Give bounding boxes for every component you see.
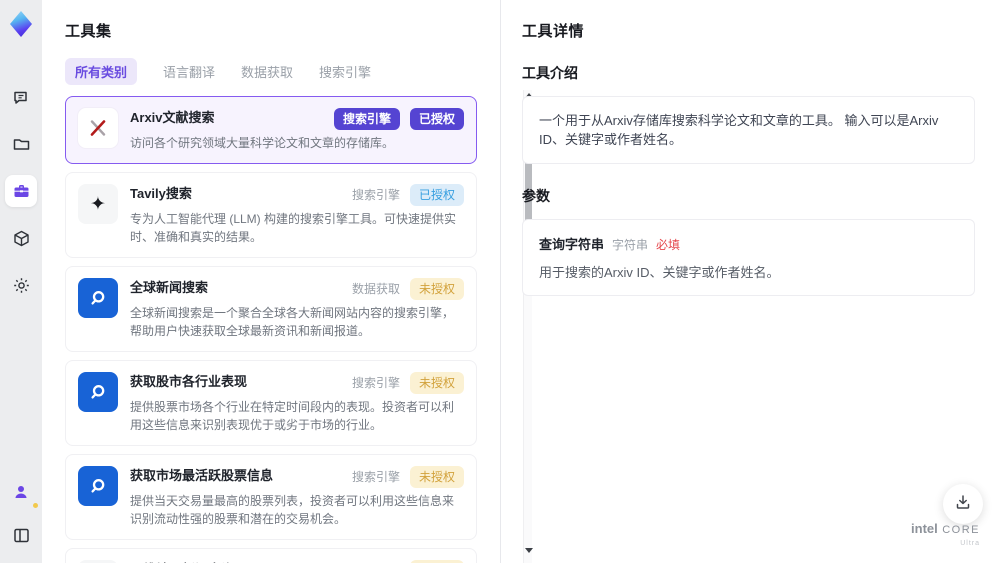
sidebar-item-collapse[interactable]	[5, 519, 37, 551]
category-label: 搜索引擎	[351, 188, 400, 202]
auth-badge: 未授权	[409, 466, 464, 488]
sidebar-item-toolbox[interactable]	[5, 175, 37, 207]
category-label: 搜索引擎	[351, 470, 400, 484]
tool-detail-panel: 工具详情 工具介绍 一个用于从Arxiv存储库搜索科学论文和文章的工具。 输入可…	[500, 0, 1000, 563]
intro-heading: 工具介绍	[522, 65, 578, 81]
sidebar-bottom	[5, 476, 38, 551]
sidebar-item-settings[interactable]	[5, 269, 37, 301]
app-window: 工具集 所有类别 语言翻译 数据获取 搜索引擎 Arxiv文献搜索 搜索引擎 已…	[0, 0, 1000, 563]
category-label: 搜索引擎	[351, 376, 400, 390]
tool-title: 获取市场最活跃股票信息	[130, 468, 274, 483]
sidebar-item-models[interactable]	[5, 222, 37, 254]
tavily-star-icon: ✦	[78, 184, 118, 224]
intel-core-logo: intel CORE Ultra	[911, 521, 980, 547]
download-button[interactable]	[943, 484, 983, 524]
intro-box: 一个用于从Arxiv存储库搜索科学论文和文章的工具。 输入可以是Arxiv ID…	[522, 96, 975, 164]
params-heading: 参数	[522, 188, 550, 204]
param-type: 字符串	[612, 238, 649, 252]
tool-card-list: Arxiv文献搜索 搜索引擎 已授权 访问各个研究领域大量科学论文和文章的存储库…	[65, 96, 477, 563]
sidebar-item-files[interactable]	[5, 128, 37, 160]
folder-icon	[12, 135, 31, 154]
tool-card-regional-news[interactable]: 万维地区新闻查询 搜索引擎 未授权 查询具体行政区划内的新闻，快速了解各地新闻动	[65, 548, 477, 563]
auth-badge: 未授权	[409, 278, 464, 300]
user-icon	[12, 483, 30, 501]
tool-list-panel: 工具集 所有类别 语言翻译 数据获取 搜索引擎 Arxiv文献搜索 搜索引擎 已…	[42, 0, 533, 563]
tool-title: 全球新闻搜索	[130, 280, 209, 295]
tool-title: Tavily搜索	[130, 186, 192, 201]
sidebar-item-account[interactable]	[5, 476, 38, 508]
intro-text: 一个用于从Arxiv存储库搜索科学论文和文章的工具。 输入可以是Arxiv ID…	[539, 113, 939, 147]
category-tabs: 所有类别 语言翻译 数据获取 搜索引擎	[65, 58, 484, 85]
param-box: 查询字符串 字符串 必填 用于搜索的Arxiv ID、关键字或作者姓名。	[522, 219, 975, 296]
tool-card-tavily[interactable]: ✦ Tavily搜索 搜索引擎 已授权 专为人工智能代理 (LLM) 构建的搜索…	[65, 172, 477, 258]
tool-card-global-news[interactable]: 全球新闻搜索 数据获取 未授权 全球新闻搜索是一个聚合全球各大新闻网站内容的搜索…	[65, 266, 477, 352]
detail-title: 工具详情	[522, 23, 585, 40]
category-badge: 搜索引擎	[333, 108, 400, 130]
tab-all-categories[interactable]: 所有类别	[65, 58, 138, 85]
auth-badge: 已授权	[409, 108, 464, 130]
cube-icon	[12, 229, 31, 248]
search-app-icon	[78, 466, 118, 506]
arxiv-icon	[78, 108, 118, 148]
tool-description: 访问各个研究领域大量科学论文和文章的存储库。	[130, 136, 395, 150]
tool-card-active-stocks[interactable]: 获取市场最活跃股票信息 搜索引擎 未授权 提供当天交易量最高的股票列表，投资者可…	[65, 454, 477, 540]
briefcase-icon	[12, 182, 31, 201]
download-icon	[954, 493, 972, 516]
sidebar-item-chat[interactable]	[5, 81, 37, 113]
tool-card-arxiv[interactable]: Arxiv文献搜索 搜索引擎 已授权 访问各个研究领域大量科学论文和文章的存储库…	[65, 96, 477, 164]
tool-title: Arxiv文献搜索	[130, 110, 215, 125]
gear-icon	[12, 276, 31, 295]
tool-title: 获取股市各行业表现	[130, 374, 248, 389]
param-name: 查询字符串	[539, 237, 605, 252]
tool-description: 全球新闻搜索是一个聚合全球各大新闻网站内容的搜索引擎，帮助用户快速获取全球最新资…	[130, 306, 455, 338]
chat-icon	[12, 88, 31, 107]
tab-language-translation[interactable]: 语言翻译	[163, 62, 215, 81]
tool-card-sector-performance[interactable]: 获取股市各行业表现 搜索引擎 未授权 提供股票市场各个行业在特定时间段内的表现。…	[65, 360, 477, 446]
tab-data-fetch[interactable]: 数据获取	[241, 62, 293, 81]
user-status-dot	[33, 503, 38, 508]
auth-badge: 已授权	[409, 184, 464, 206]
tool-description: 提供当天交易量最高的股票列表，投资者可以利用这些信息来识别流动性强的股票和潜在的…	[130, 494, 455, 526]
category-label: 数据获取	[351, 282, 400, 296]
tool-description: 提供股票市场各个行业在特定时间段内的表现。投资者可以利用这些信息来识别表现优于或…	[130, 400, 455, 432]
sidebar-nav	[5, 81, 37, 301]
param-description: 用于搜索的Arxiv ID、关键字或作者姓名。	[539, 265, 780, 280]
search-app-icon	[78, 372, 118, 412]
app-logo-icon	[6, 9, 36, 39]
param-required-badge: 必填	[656, 238, 681, 252]
search-app-icon	[78, 278, 118, 318]
sidebar	[0, 0, 42, 563]
auth-badge: 未授权	[409, 372, 464, 394]
page-title: 工具集	[65, 23, 112, 40]
tab-search-engine[interactable]: 搜索引擎	[319, 62, 371, 81]
tool-description: 专为人工智能代理 (LLM) 构建的搜索引擎工具。可快速提供实时、准确和真实的结…	[130, 212, 457, 244]
layout-columns-icon	[12, 526, 31, 545]
